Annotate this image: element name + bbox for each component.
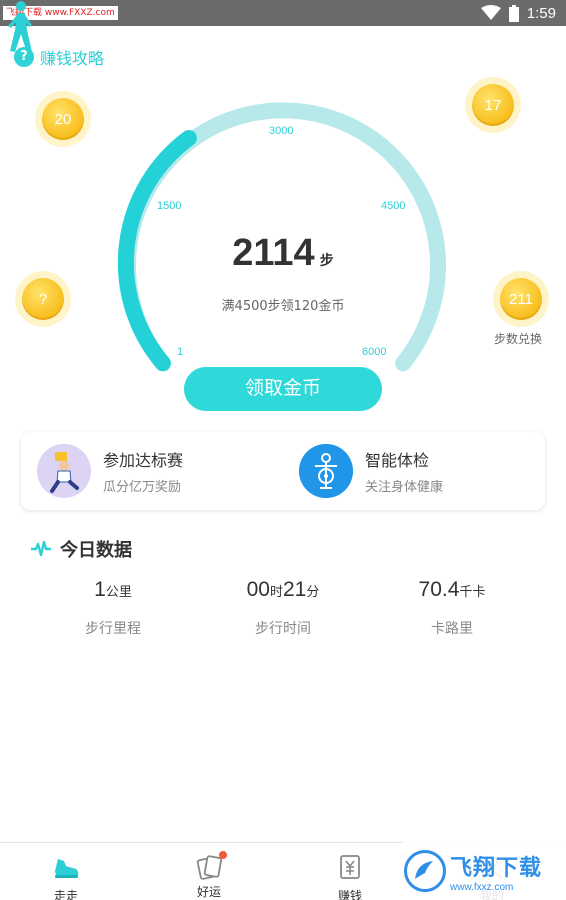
card-title: 参加达标赛 (103, 451, 184, 470)
tick-label: 4500 (381, 200, 406, 212)
brand-name: 飞翔下载 (450, 855, 543, 881)
brand-url: www.fxxz.com (450, 881, 514, 893)
goal-text: 满4500步领120金币 (221, 299, 345, 314)
coin-value: ? (22, 278, 64, 320)
feature-cards: 参加达标赛 瓜分亿万奖励 智能体检 关注身体健康 (21, 432, 545, 510)
step-count-unit: 步 (319, 253, 334, 269)
step-count: 2114 步 (0, 232, 566, 275)
stat-label: 卡路里 (431, 621, 473, 637)
stat-duration: 00时21分 步行时间 (213, 578, 353, 638)
step-gauge: 1 1500 3000 4500 6000 2114 步 满4500步领120金… (0, 0, 566, 420)
health-check-card[interactable]: 智能体检 关注身体健康 (283, 432, 545, 510)
coin-value: 211 (500, 278, 542, 320)
stat-unit: 公里 (105, 585, 132, 600)
card-subtitle: 关注身体健康 (365, 480, 444, 495)
nav-label: 走走 (53, 889, 78, 900)
card-subtitle: 瓜分亿万奖励 (103, 480, 182, 495)
card-title: 智能体检 (365, 451, 430, 470)
stat-unit: 时 (269, 585, 283, 600)
coin-bubble[interactable]: 17 (465, 77, 521, 133)
claim-coins-button[interactable]: 领取金币 (184, 367, 382, 411)
brand-logo-icon (404, 850, 446, 892)
stat-value: 00 (246, 578, 270, 601)
gauge-arc (117, 102, 446, 372)
tick-label: 1 (177, 346, 184, 358)
coin-bubble[interactable]: ? (15, 271, 71, 327)
stat-calories: 70.4千卡 卡路里 (382, 578, 522, 638)
tick-label: 1500 (157, 200, 182, 212)
stat-distance: 1公里 步行里程 (43, 578, 183, 638)
today-section-header: 今日数据 (30, 536, 132, 562)
tick-label: 6000 (362, 346, 387, 358)
challenge-card[interactable]: 参加达标赛 瓜分亿万奖励 (21, 432, 283, 510)
coin-value: 17 (472, 84, 514, 126)
stat-value: 21 (283, 578, 307, 601)
cards-icon (195, 851, 227, 881)
step-exchange-label[interactable]: 步数兑换 (490, 330, 546, 347)
tick-label: 3000 (269, 125, 294, 137)
nav-luck[interactable]: 好运 (159, 843, 259, 900)
coin-bubble[interactable]: 20 (35, 91, 91, 147)
stat-unit: 千卡 (459, 585, 486, 600)
shoe-icon (55, 859, 79, 878)
stat-label: 步行时间 (255, 621, 311, 637)
step-exchange-coin[interactable]: 211 (493, 271, 549, 327)
stat-value: 70.4 (418, 578, 460, 601)
stat-label: 步行里程 (85, 621, 141, 637)
walking-person-icon (8, 1, 32, 53)
nav-label: 好运 (196, 885, 221, 899)
stat-value: 1 (94, 578, 106, 601)
pulse-icon (31, 540, 51, 557)
yen-icon (340, 855, 360, 879)
nav-walk[interactable]: 走走 (16, 843, 116, 900)
body-check-icon (299, 444, 353, 498)
nav-label: 赚钱 (337, 889, 362, 900)
step-count-value: 2114 (232, 232, 315, 274)
stat-unit: 分 (306, 585, 320, 600)
today-title: 今日数据 (60, 540, 132, 561)
notification-dot (219, 851, 227, 859)
runner-trophy-icon (37, 444, 91, 498)
brand-watermark: 飞翔下载 www.fxxz.com (402, 842, 566, 900)
coin-value: 20 (42, 98, 84, 140)
nav-earn[interactable]: 赚钱 (300, 843, 400, 900)
